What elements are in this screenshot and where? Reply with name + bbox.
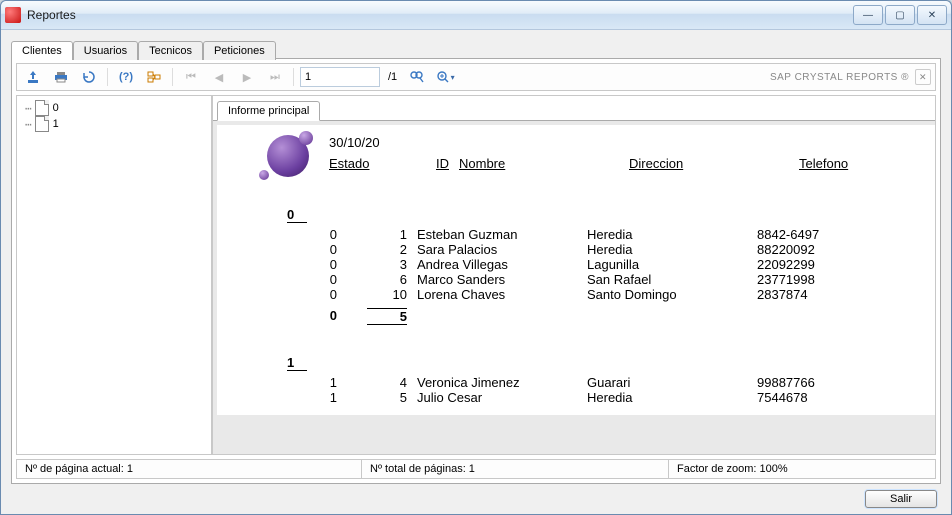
- tab-clientes[interactable]: Clientes: [11, 41, 73, 60]
- table-row: 14Veronica JimenezGuarari99887766: [287, 375, 935, 390]
- tab-usuarios[interactable]: Usuarios: [73, 41, 138, 60]
- next-page-icon[interactable]: ▶: [235, 66, 259, 88]
- table-row: 15Julio CesarHeredia7544678: [287, 390, 935, 405]
- app-icon: [5, 7, 21, 23]
- column-headers: Estado ID Nombre Direccion Telefono: [329, 156, 909, 171]
- page-count-label: /1: [388, 71, 397, 83]
- salir-button[interactable]: Salir: [865, 490, 937, 508]
- table-row: 06Marco SandersSan Rafael23771998: [287, 272, 935, 287]
- tab-peticiones[interactable]: Peticiones: [203, 41, 276, 60]
- report-logo-icon: [267, 135, 309, 177]
- tree-toggle-icon[interactable]: [142, 66, 166, 88]
- titlebar: Reportes — ▢ ✕: [1, 1, 951, 30]
- group-header: 0: [287, 207, 307, 223]
- first-page-icon[interactable]: ⏮: [179, 66, 203, 88]
- print-icon[interactable]: [49, 66, 73, 88]
- page-number-input[interactable]: [300, 67, 380, 87]
- maximize-button[interactable]: ▢: [885, 5, 915, 25]
- tree-item[interactable]: ⋯ 1: [19, 116, 209, 132]
- status-zoom: Factor de zoom: 100%: [669, 460, 935, 478]
- group-subtotal: 0 5: [287, 308, 935, 325]
- status-total-pages: Nº total de páginas: 1: [362, 460, 669, 478]
- minimize-button[interactable]: —: [853, 5, 883, 25]
- report-date: 30/10/20: [329, 135, 909, 150]
- params-icon[interactable]: (?): [114, 66, 138, 88]
- status-bar: Nº de página actual: 1 Nº total de págin…: [16, 459, 936, 479]
- window-title: Reportes: [27, 8, 853, 22]
- main-tabs: Clientes Usuarios Tecnicos Peticiones: [11, 40, 941, 59]
- tab-informe-principal[interactable]: Informe principal: [217, 101, 320, 121]
- tab-tecnicos[interactable]: Tecnicos: [138, 41, 203, 60]
- last-page-icon[interactable]: ⏭: [263, 66, 287, 88]
- find-icon[interactable]: [405, 66, 429, 88]
- table-row: 01Esteban GuzmanHeredia8842-6497: [287, 227, 935, 242]
- document-icon: [35, 100, 49, 116]
- client-area: Clientes Usuarios Tecnicos Peticiones (?…: [1, 30, 951, 514]
- viewer-close-icon[interactable]: ✕: [915, 69, 931, 85]
- app-window: Reportes — ▢ ✕ Clientes Usuarios Tecnico…: [0, 0, 952, 515]
- brand-label: SAP CRYSTAL REPORTS ®: [770, 72, 909, 83]
- group-header: 1: [287, 355, 307, 371]
- report-page: 30/10/20 Estado ID Nombre Direccion Tele…: [217, 125, 935, 415]
- refresh-icon[interactable]: [77, 66, 101, 88]
- report-toolbar: (?) ⏮ ◀ ▶ ⏭ /1 ▾ SAP CRYSTAL REPORTS ® ✕: [16, 63, 936, 91]
- table-row: 010Lorena ChavesSanto Domingo2837874: [287, 287, 935, 302]
- tree-item[interactable]: ⋯ 0: [19, 100, 209, 116]
- prev-page-icon[interactable]: ◀: [207, 66, 231, 88]
- report-viewport[interactable]: 30/10/20 Estado ID Nombre Direccion Tele…: [213, 120, 935, 454]
- close-button[interactable]: ✕: [917, 5, 947, 25]
- report-pane: Informe principal 30/10/20 Estado ID: [212, 95, 936, 455]
- zoom-icon[interactable]: ▾: [433, 66, 457, 88]
- table-row: 02Sara PalaciosHeredia88220092: [287, 242, 935, 257]
- status-current-page: Nº de página actual: 1: [17, 460, 362, 478]
- tab-panel: (?) ⏮ ◀ ▶ ⏭ /1 ▾ SAP CRYSTAL REPORTS ® ✕: [11, 58, 941, 484]
- export-icon[interactable]: [21, 66, 45, 88]
- group-tree: ⋯ 0 ⋯ 1: [16, 95, 212, 455]
- document-icon: [35, 116, 49, 132]
- table-row: 03Andrea VillegasLagunilla22092299: [287, 257, 935, 272]
